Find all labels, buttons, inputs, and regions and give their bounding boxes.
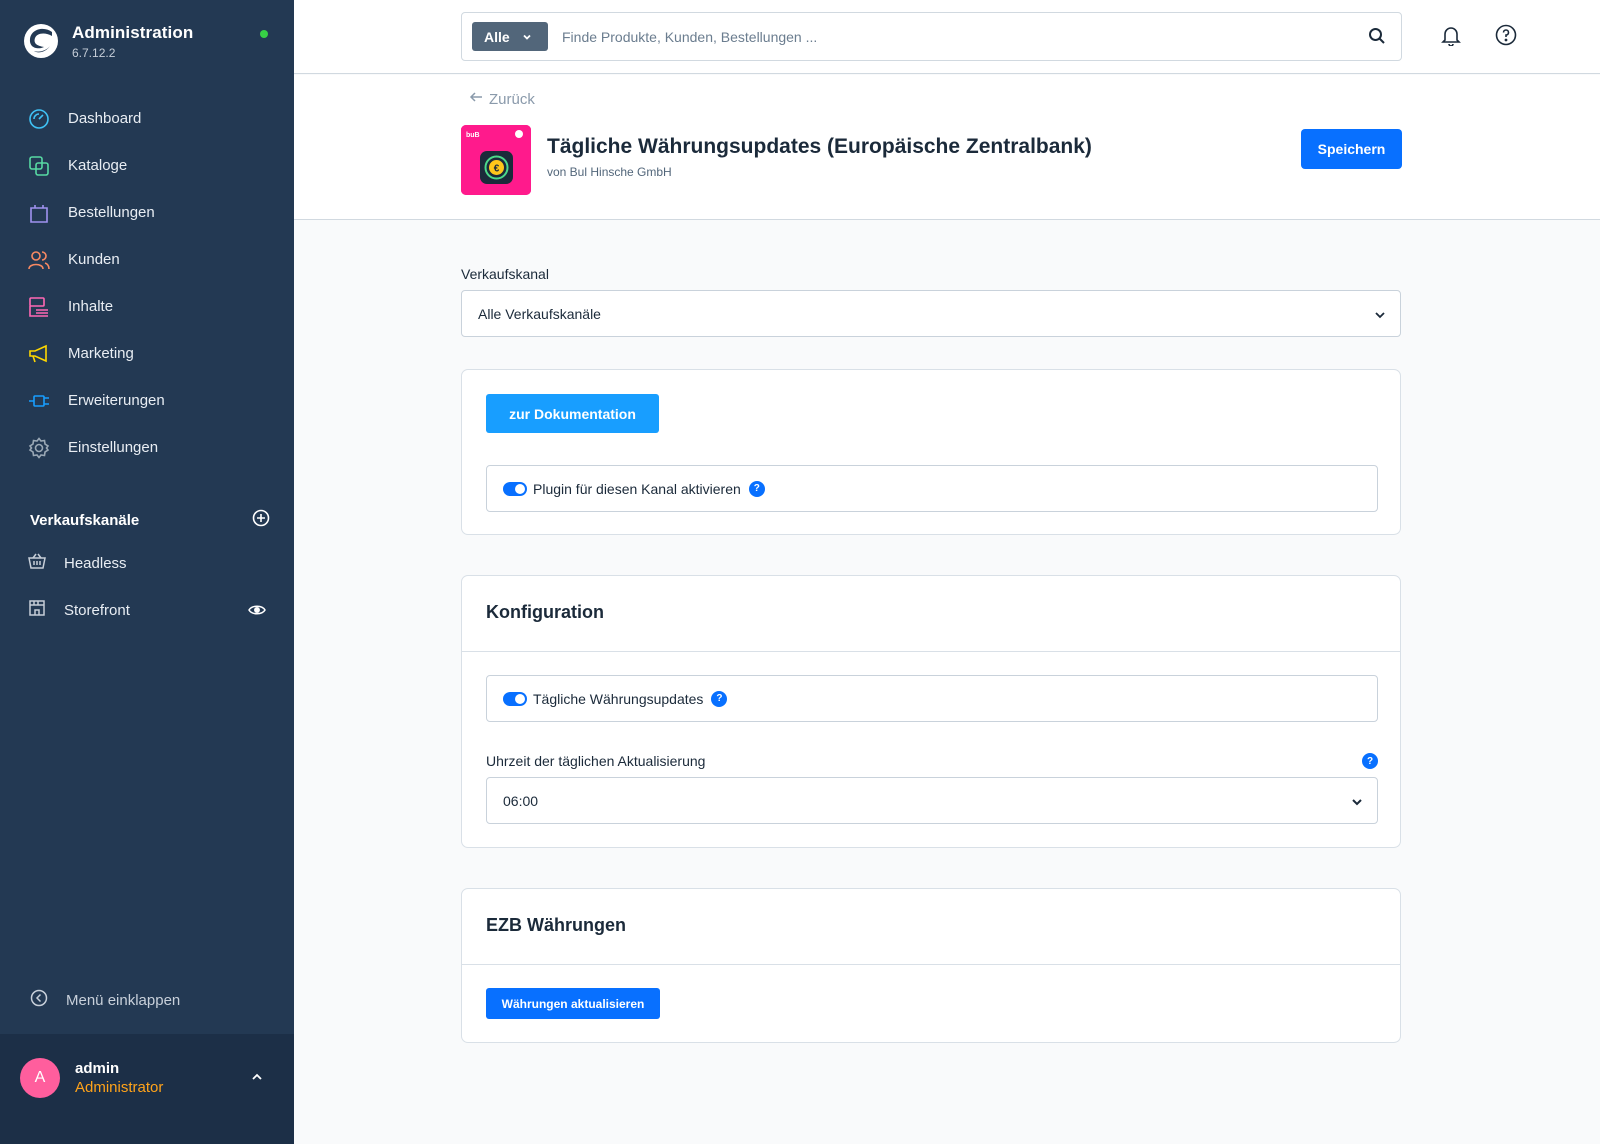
- ecb-card-title: EZB Währungen: [486, 915, 626, 935]
- update-currencies-button[interactable]: Währungen aktualisieren: [486, 988, 660, 1019]
- sales-channels-title: Verkaufskanäle: [30, 512, 140, 529]
- sidebar-item-dashboard[interactable]: Dashboard: [0, 95, 294, 142]
- sidebar-item-label: Erweiterungen: [68, 392, 165, 409]
- catalog-icon: [28, 155, 50, 177]
- sidebar-item-einstellungen[interactable]: Einstellungen: [0, 424, 294, 471]
- back-label: Zurück: [489, 90, 535, 108]
- users-icon: [28, 249, 50, 271]
- shopping-bag-icon: [28, 202, 50, 224]
- help-tooltip-icon[interactable]: ?: [711, 690, 728, 707]
- eye-icon[interactable]: [248, 601, 266, 624]
- global-search: Alle: [461, 12, 1402, 61]
- plug-icon: [28, 390, 50, 412]
- activate-plugin-label: Plugin für diesen Kanal aktivieren: [533, 480, 741, 497]
- chevron-down-icon: [1351, 795, 1363, 811]
- help-tooltip-icon[interactable]: ?: [1362, 753, 1378, 769]
- chevron-left-circle-icon: [30, 989, 48, 1012]
- sidebar: Administration 6.7.12.2 Dashboard Katalo…: [0, 0, 294, 1144]
- update-time-label: Uhrzeit der täglichen Aktualisierung: [486, 753, 706, 769]
- user-role: Administrator: [75, 1079, 164, 1096]
- sidebar-item-marketing[interactable]: Marketing: [0, 330, 294, 377]
- sidebar-item-label: Inhalte: [68, 298, 114, 315]
- sales-channel-headless[interactable]: Headless: [28, 548, 268, 578]
- help-icon[interactable]: [1495, 24, 1517, 51]
- sidebar-item-bestellungen[interactable]: Bestellungen: [0, 189, 294, 236]
- megaphone-icon: [28, 343, 50, 365]
- app-version: 6.7.12.2: [72, 45, 116, 60]
- sidebar-item-kunden[interactable]: Kunden: [0, 236, 294, 283]
- main-nav: Dashboard Kataloge Bestellungen Kunden I…: [0, 95, 294, 471]
- sales-channel-label: Storefront: [64, 601, 130, 619]
- user-panel[interactable]: A admin Administrator: [0, 1034, 294, 1144]
- sales-channels-header: Verkaufskanäle: [30, 509, 270, 532]
- ecb-currencies-card: EZB Währungen Währungen aktualisieren: [461, 888, 1401, 1043]
- sidebar-item-label: Einstellungen: [68, 439, 159, 456]
- sidebar-item-label: Kunden: [68, 251, 120, 268]
- chevron-up-icon[interactable]: [250, 1070, 264, 1089]
- sidebar-item-kataloge[interactable]: Kataloge: [0, 142, 294, 189]
- documentation-button[interactable]: zur Dokumentation: [486, 394, 659, 433]
- activation-card: zur Dokumentation Plugin für diesen Kana…: [461, 369, 1401, 535]
- storefront-icon: [28, 599, 46, 622]
- collapse-menu-button[interactable]: Menü einklappen: [30, 989, 180, 1012]
- shopware-logo-icon: [24, 24, 58, 58]
- card-divider: [462, 651, 1400, 652]
- basket-icon: [28, 552, 46, 575]
- page-header: Zurück buB € Tägliche Währungsupdates (E…: [294, 75, 1600, 220]
- help-tooltip-icon[interactable]: ?: [748, 480, 765, 497]
- sidebar-item-label: Bestellungen: [68, 204, 155, 221]
- daily-updates-label: Tägliche Währungsupdates: [533, 690, 704, 707]
- dashboard-icon: [28, 108, 50, 130]
- top-bar: Alle: [294, 0, 1600, 74]
- app-title: Administration: [72, 22, 194, 42]
- update-time-select[interactable]: 06:00: [486, 777, 1378, 824]
- sidebar-item-label: Dashboard: [68, 110, 142, 127]
- activate-plugin-field: Plugin für diesen Kanal aktivieren ?: [486, 465, 1378, 512]
- gear-icon: [28, 436, 50, 459]
- daily-updates-field: Tägliche Währungsupdates ?: [486, 675, 1378, 722]
- brand[interactable]: Administration 6.7.12.2: [22, 22, 193, 60]
- page-title: Tägliche Währungsupdates (Europäische Ze…: [547, 135, 1092, 158]
- notifications-bell-icon[interactable]: [1440, 24, 1462, 51]
- svg-text:€: €: [494, 164, 500, 175]
- search-type-select[interactable]: Alle: [472, 22, 548, 51]
- update-time-value: 06:00: [503, 792, 539, 809]
- chevron-down-icon: [522, 29, 532, 45]
- search-icon[interactable]: [1368, 27, 1386, 50]
- sidebar-item-inhalte[interactable]: Inhalte: [0, 283, 294, 330]
- user-name: admin: [75, 1060, 120, 1077]
- search-input[interactable]: [562, 13, 1342, 60]
- collapse-menu-label: Menü einklappen: [66, 992, 181, 1009]
- search-type-label: Alle: [484, 28, 510, 45]
- chevron-down-icon: [1374, 308, 1386, 324]
- config-card: Konfiguration Tägliche Währungsupdates ?…: [461, 575, 1401, 848]
- sidebar-item-label: Marketing: [68, 345, 134, 362]
- sales-channel-label: Headless: [64, 554, 127, 572]
- sidebar-item-erweiterungen[interactable]: Erweiterungen: [0, 377, 294, 424]
- content-icon: [28, 296, 50, 318]
- back-link[interactable]: Zurück: [469, 90, 535, 108]
- add-circle-icon[interactable]: [252, 509, 270, 532]
- sales-channel-storefront[interactable]: Storefront: [28, 595, 268, 625]
- card-divider: [462, 964, 1400, 965]
- config-card-title: Konfiguration: [486, 602, 604, 622]
- avatar: A: [20, 1058, 60, 1098]
- sales-channel-value: Alle Verkaufskanäle: [478, 305, 601, 322]
- plugin-icon-text: buB: [466, 132, 480, 139]
- plugin-logo: buB €: [461, 125, 531, 195]
- status-indicator: [260, 30, 268, 38]
- currency-update-icon: buB €: [461, 125, 531, 195]
- save-button[interactable]: Speichern: [1301, 129, 1402, 169]
- arrow-left-icon: [469, 90, 483, 108]
- activate-plugin-switch[interactable]: [503, 481, 527, 496]
- plugin-vendor: von Bul Hinsche GmbH: [547, 165, 672, 179]
- sales-channel-select[interactable]: Alle Verkaufskanäle: [461, 290, 1401, 337]
- sales-channel-label: Verkaufskanal: [461, 266, 549, 282]
- sidebar-item-label: Kataloge: [68, 157, 128, 174]
- daily-updates-switch[interactable]: [503, 691, 527, 706]
